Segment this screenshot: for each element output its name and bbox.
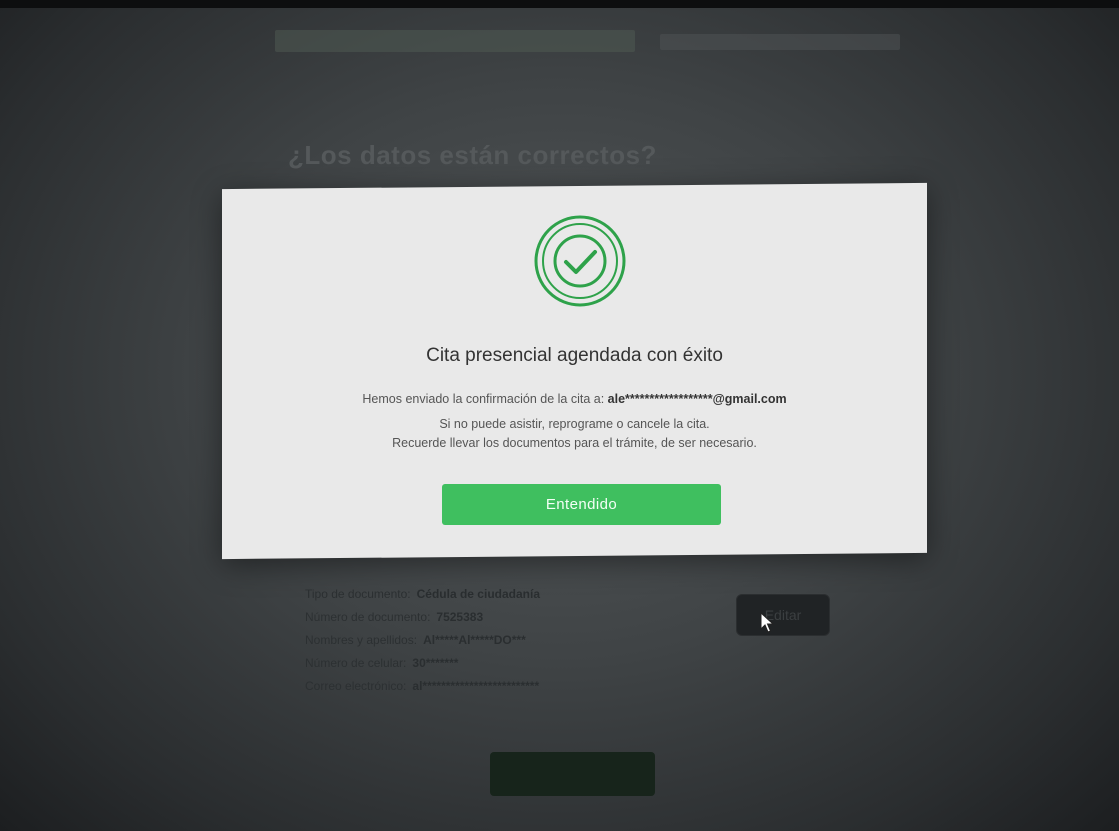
monitor-bezel [0, 0, 1119, 8]
detail-label: Número de documento: [305, 609, 431, 624]
detail-value: 7525383 [436, 609, 484, 624]
detail-label: Número de celular: [305, 655, 407, 670]
detail-value: 30******* [412, 655, 459, 670]
background-header-bar [275, 30, 635, 52]
detail-value: al************************* [412, 678, 540, 693]
masked-email: ale******************@gmail.com [607, 392, 787, 406]
detail-value: Al*****Al*****DO*** [423, 632, 526, 647]
confirmation-message: Hemos enviado la confirmación de la cita… [222, 392, 927, 406]
detail-row: Número de celular: 30******* [305, 651, 540, 674]
entendido-button[interactable]: Entendido [442, 484, 721, 525]
background-details-list: Tipo de documento: Cédula de ciudadanía … [305, 582, 540, 697]
modal-title: Cita presencial agendada con éxito [426, 345, 723, 366]
confirmation-message-text: Hemos enviado la confirmación de la cita… [362, 392, 605, 406]
background-submit-button [490, 752, 655, 796]
detail-row: Tipo de documento: Cédula de ciudadanía [305, 582, 540, 605]
background-page-title: ¿Los datos están correctos? [288, 140, 657, 170]
reschedule-message: Si no puede asistir, reprograme o cancel… [439, 417, 710, 431]
check-circle-icon [534, 215, 626, 307]
detail-label: Nombres y apellidos: [305, 632, 418, 647]
detail-row: Correo electrónico: al******************… [305, 674, 540, 697]
documents-reminder-message: Recuerde llevar los documentos para el t… [392, 436, 757, 450]
mouse-cursor-icon [760, 612, 775, 633]
detail-row: Nombres y apellidos: Al*****Al*****DO*** [305, 628, 540, 651]
edit-button: Editar [736, 594, 830, 636]
detail-value: Cédula de ciudadanía [416, 586, 540, 601]
detail-label: Correo electrónico: [305, 678, 407, 693]
detail-label: Tipo de documento: [305, 586, 411, 601]
background-header-bar-secondary [660, 34, 900, 50]
detail-row: Número de documento: 7525383 [305, 605, 540, 628]
